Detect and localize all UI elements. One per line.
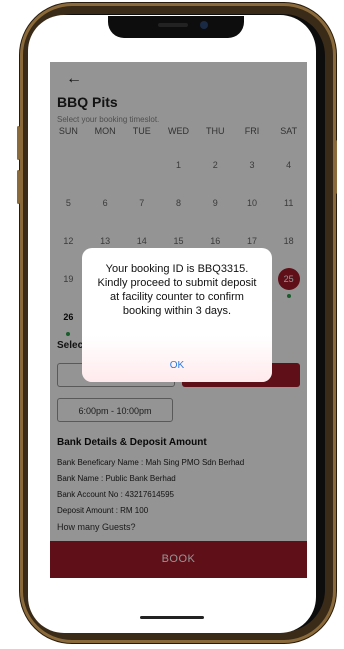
- camera-icon: [200, 21, 208, 29]
- dialog-footer-shade: [82, 336, 272, 382]
- phone-side-button: [334, 140, 337, 194]
- phone-side-button: [17, 126, 20, 160]
- phone-notch: [108, 16, 244, 38]
- phone-side-button: [17, 170, 20, 204]
- home-indicator: [140, 616, 204, 619]
- booking-screen: ← BBQ Pits Select your booking timeslot.…: [50, 62, 307, 578]
- dialog-message: Your booking ID is BBQ3315. Kindly proce…: [97, 263, 257, 317]
- speaker-icon: [158, 23, 188, 27]
- ok-button[interactable]: OK: [82, 360, 272, 371]
- booking-confirmation-dialog: Your booking ID is BBQ3315. Kindly proce…: [82, 248, 272, 382]
